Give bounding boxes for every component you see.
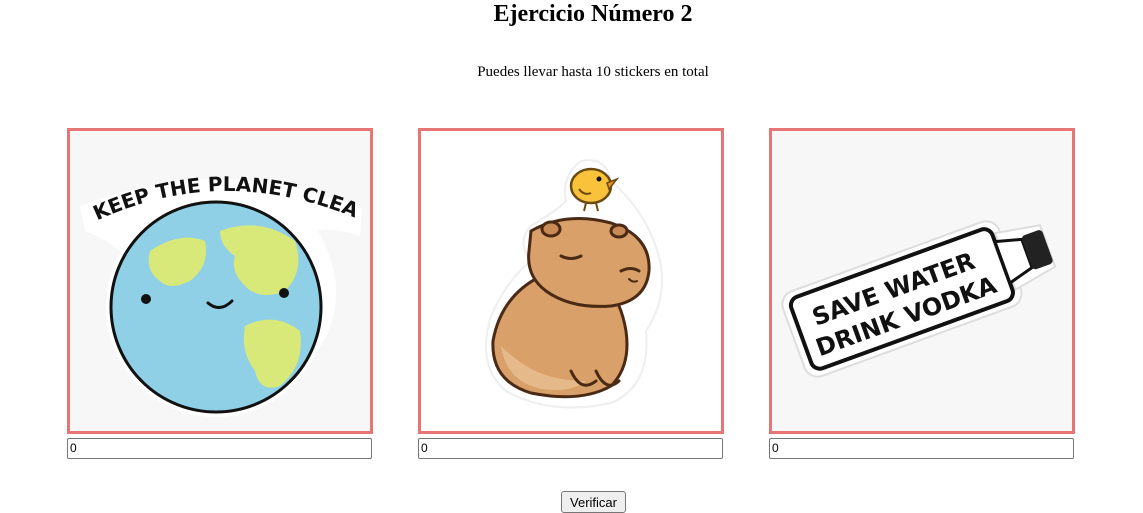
- bottle-sticker-icon: SAVE WATER DRINK VODKA: [781, 220, 1057, 378]
- capybara-sticker-icon: [485, 159, 663, 409]
- page-title: Ejercicio Número 2: [493, 1, 693, 27]
- earth-sticker-icon: KEEP THE PLANET CLEAN: [70, 131, 362, 417]
- verify-button[interactable]: Verificar: [561, 491, 626, 513]
- sticker-card-vodka: SAVE WATER DRINK VODKA: [769, 128, 1075, 459]
- sticker-card-planet: KEEP THE PLANET CLEAN: [67, 128, 373, 459]
- quantity-input-planet[interactable]: [67, 438, 372, 459]
- page-subtitle: Puedes llevar hasta 10 stickers en total: [477, 64, 709, 80]
- sticker-card-capybara: [418, 128, 724, 459]
- sticker-frame: [418, 128, 724, 434]
- sticker-frame: SAVE WATER DRINK VODKA: [769, 128, 1075, 434]
- quantity-input-vodka[interactable]: [769, 438, 1074, 459]
- sticker-frame: KEEP THE PLANET CLEAN: [67, 128, 373, 434]
- quantity-input-capybara[interactable]: [418, 438, 723, 459]
